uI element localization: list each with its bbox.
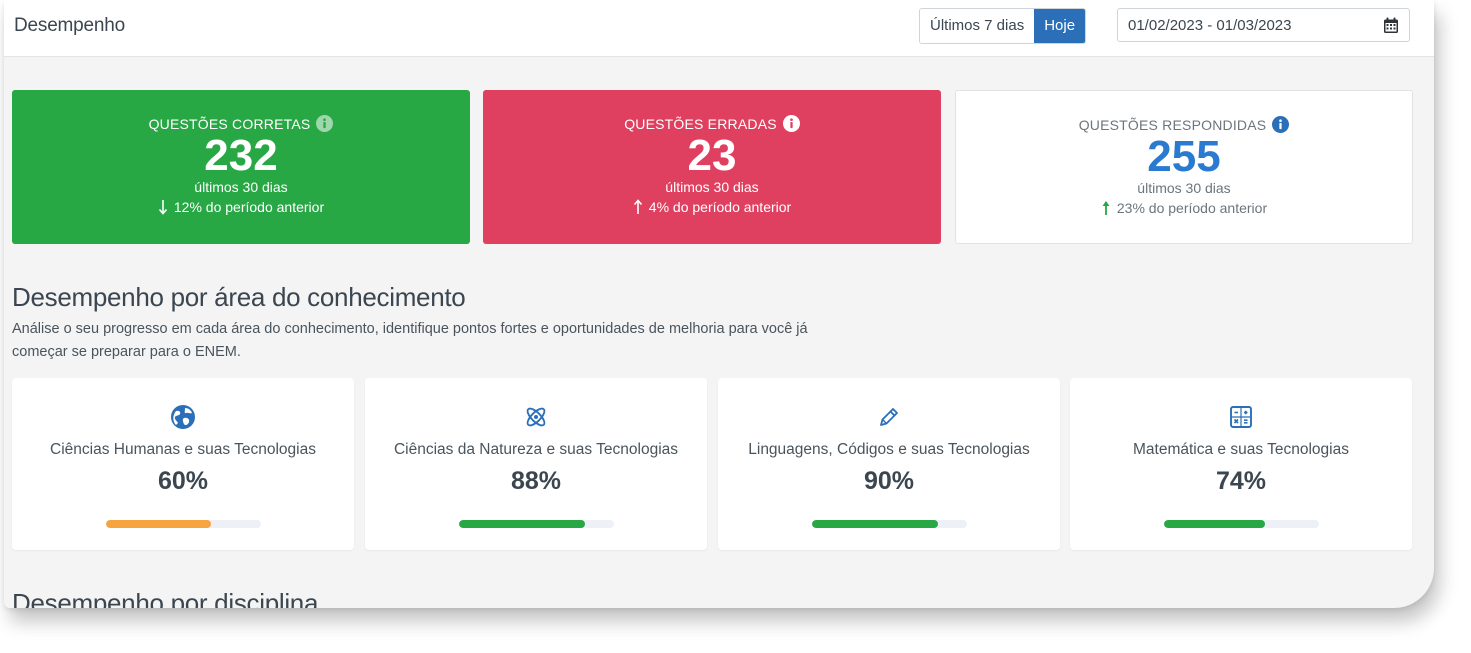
progress-bar <box>812 520 967 528</box>
stat-period: últimos 30 dias <box>1137 180 1231 196</box>
stat-card-answered: QUESTÕES RESPONDIDAS 255 últimos 30 dias… <box>955 90 1413 244</box>
progress-fill <box>106 520 212 528</box>
pencil-icon <box>880 408 898 426</box>
area-percent: 74% <box>1215 467 1267 495</box>
progress-bar <box>1164 520 1319 528</box>
stat-value: 255 <box>1147 132 1221 181</box>
stat-value: 232 <box>204 131 278 180</box>
area-percent: 88% <box>510 467 562 495</box>
arrow-down-icon <box>158 200 167 215</box>
stat-period: últimos 30 dias <box>665 179 759 195</box>
area-card-linguagens[interactable]: Linguagens, Códigos e suas Tecnologias 9… <box>718 378 1060 550</box>
app-window: Desempenho Últimos 7 dias Hoje 01/02/202… <box>4 0 1434 608</box>
area-name: Matemática e suas Tecnologias <box>1133 441 1349 458</box>
area-card-matematica[interactable]: Matemática e suas Tecnologias 74% <box>1070 378 1412 550</box>
info-icon[interactable] <box>316 115 334 132</box>
stat-value: 23 <box>687 131 737 180</box>
top-bar: Desempenho Últimos 7 dias Hoje 01/02/202… <box>4 0 1434 57</box>
range-last-7-days-button[interactable]: Últimos 7 dias <box>920 9 1035 43</box>
progress-fill <box>1164 520 1265 528</box>
date-range-value: 01/02/2023 - 01/03/2023 <box>1128 17 1292 34</box>
area-card-humanas[interactable]: Ciências Humanas e suas Tecnologias 60% <box>12 378 354 550</box>
stat-change-text: 12% do período anterior <box>173 199 325 215</box>
progress-fill <box>812 520 938 528</box>
calendar-icon[interactable] <box>1383 17 1399 34</box>
progress-fill <box>459 520 585 528</box>
areas-section-title: Desempenho por área do conhecimento <box>12 282 466 312</box>
stat-change-text: 4% do período anterior <box>648 199 792 215</box>
stat-label: QUESTÕES RESPONDIDAS <box>1078 116 1267 133</box>
area-name: Ciências Humanas e suas Tecnologias <box>50 441 316 458</box>
stat-label: QUESTÕES ERRADAS <box>624 115 777 132</box>
arrow-up-icon <box>1102 201 1110 215</box>
globe-icon <box>171 405 195 429</box>
progress-bar <box>459 520 614 528</box>
area-name: Ciências da Natureza e suas Tecnologias <box>393 441 679 458</box>
areas-section-description: Análise o seu progresso em cada área do … <box>12 321 808 360</box>
area-card-natureza[interactable]: Ciências da Natureza e suas Tecnologias … <box>365 378 707 550</box>
stat-change-text: 23% do período anterior <box>1116 200 1268 216</box>
date-range-input[interactable]: 01/02/2023 - 01/03/2023 <box>1117 8 1410 42</box>
area-percent: 60% <box>157 467 209 495</box>
stat-card-wrong: QUESTÕES ERRADAS 23 últimos 30 dias 4% d… <box>483 90 941 244</box>
info-icon[interactable] <box>1272 116 1290 133</box>
area-name: Linguagens, Códigos e suas Tecnologias <box>748 441 1030 458</box>
atom-icon <box>526 407 546 427</box>
area-percent: 90% <box>863 467 915 495</box>
range-today-button[interactable]: Hoje <box>1034 9 1086 43</box>
info-icon[interactable] <box>782 115 800 132</box>
page-title: Desempenho <box>14 15 126 36</box>
arrow-up-icon <box>633 199 642 214</box>
calculator-icon <box>1230 406 1252 428</box>
date-range-toggle: Últimos 7 dias Hoje <box>919 8 1087 44</box>
discipline-section-title: Desempenho por disciplina <box>12 588 319 608</box>
progress-bar <box>106 520 261 528</box>
stat-period: últimos 30 dias <box>194 179 288 195</box>
stat-label: QUESTÕES CORRETAS <box>148 115 311 132</box>
stat-card-correct: QUESTÕES CORRETAS 232 últimos 30 dias 12… <box>12 90 470 244</box>
